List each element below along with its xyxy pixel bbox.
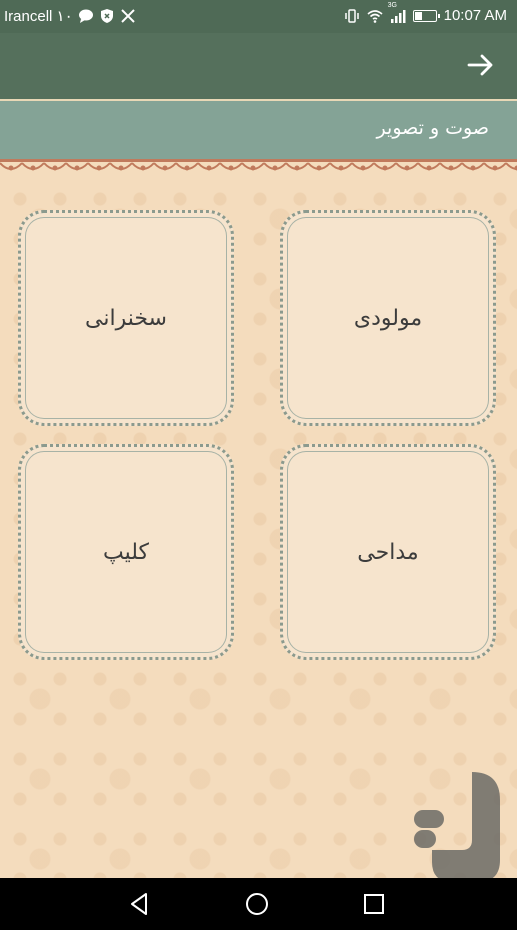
chat-bubble-icon	[78, 8, 94, 24]
shield-icon	[99, 8, 115, 24]
status-right: 3G 10:07 AM	[344, 2, 507, 24]
ornament-border	[0, 159, 517, 179]
app-bar	[0, 33, 517, 101]
status-left: Irancell ۱۰	[4, 7, 136, 25]
tile-sokhanrani[interactable]: سخنرانی	[18, 210, 234, 426]
battery-icon	[412, 9, 440, 22]
back-button[interactable]	[465, 49, 497, 81]
tile-label: مولودی	[353, 305, 423, 331]
arrow-right-icon	[467, 54, 493, 76]
tile-label: کلیپ	[103, 539, 149, 565]
system-nav-bar	[0, 878, 517, 930]
tools-icon	[120, 8, 136, 24]
network-type: 3G	[387, 1, 397, 9]
wifi-icon	[367, 8, 383, 24]
tile-clip[interactable]: کلیپ	[18, 444, 234, 660]
section-title: صوت و تصویر	[376, 117, 489, 139]
status-bar: Irancell ۱۰ 3G 10:07 AM	[0, 0, 517, 33]
recents-square-icon[interactable]	[360, 890, 388, 918]
carrier-name: Irancell ۱۰	[4, 8, 73, 25]
battery-fill	[414, 11, 422, 20]
vibrate-icon	[344, 8, 360, 24]
section-header: صوت و تصویر	[0, 101, 517, 159]
tile-label: سخنرانی	[85, 305, 167, 331]
signal-icon: 3G	[388, 2, 406, 24]
back-triangle-icon[interactable]	[126, 890, 154, 918]
status-time: 10:07 AM	[443, 7, 507, 24]
tile-mowludi[interactable]: مولودی	[280, 210, 496, 426]
ornament-pattern	[0, 159, 517, 171]
home-circle-icon[interactable]	[243, 890, 271, 918]
tile-maddahi[interactable]: مداحی	[280, 444, 496, 660]
tile-label: مداحی	[357, 539, 419, 565]
